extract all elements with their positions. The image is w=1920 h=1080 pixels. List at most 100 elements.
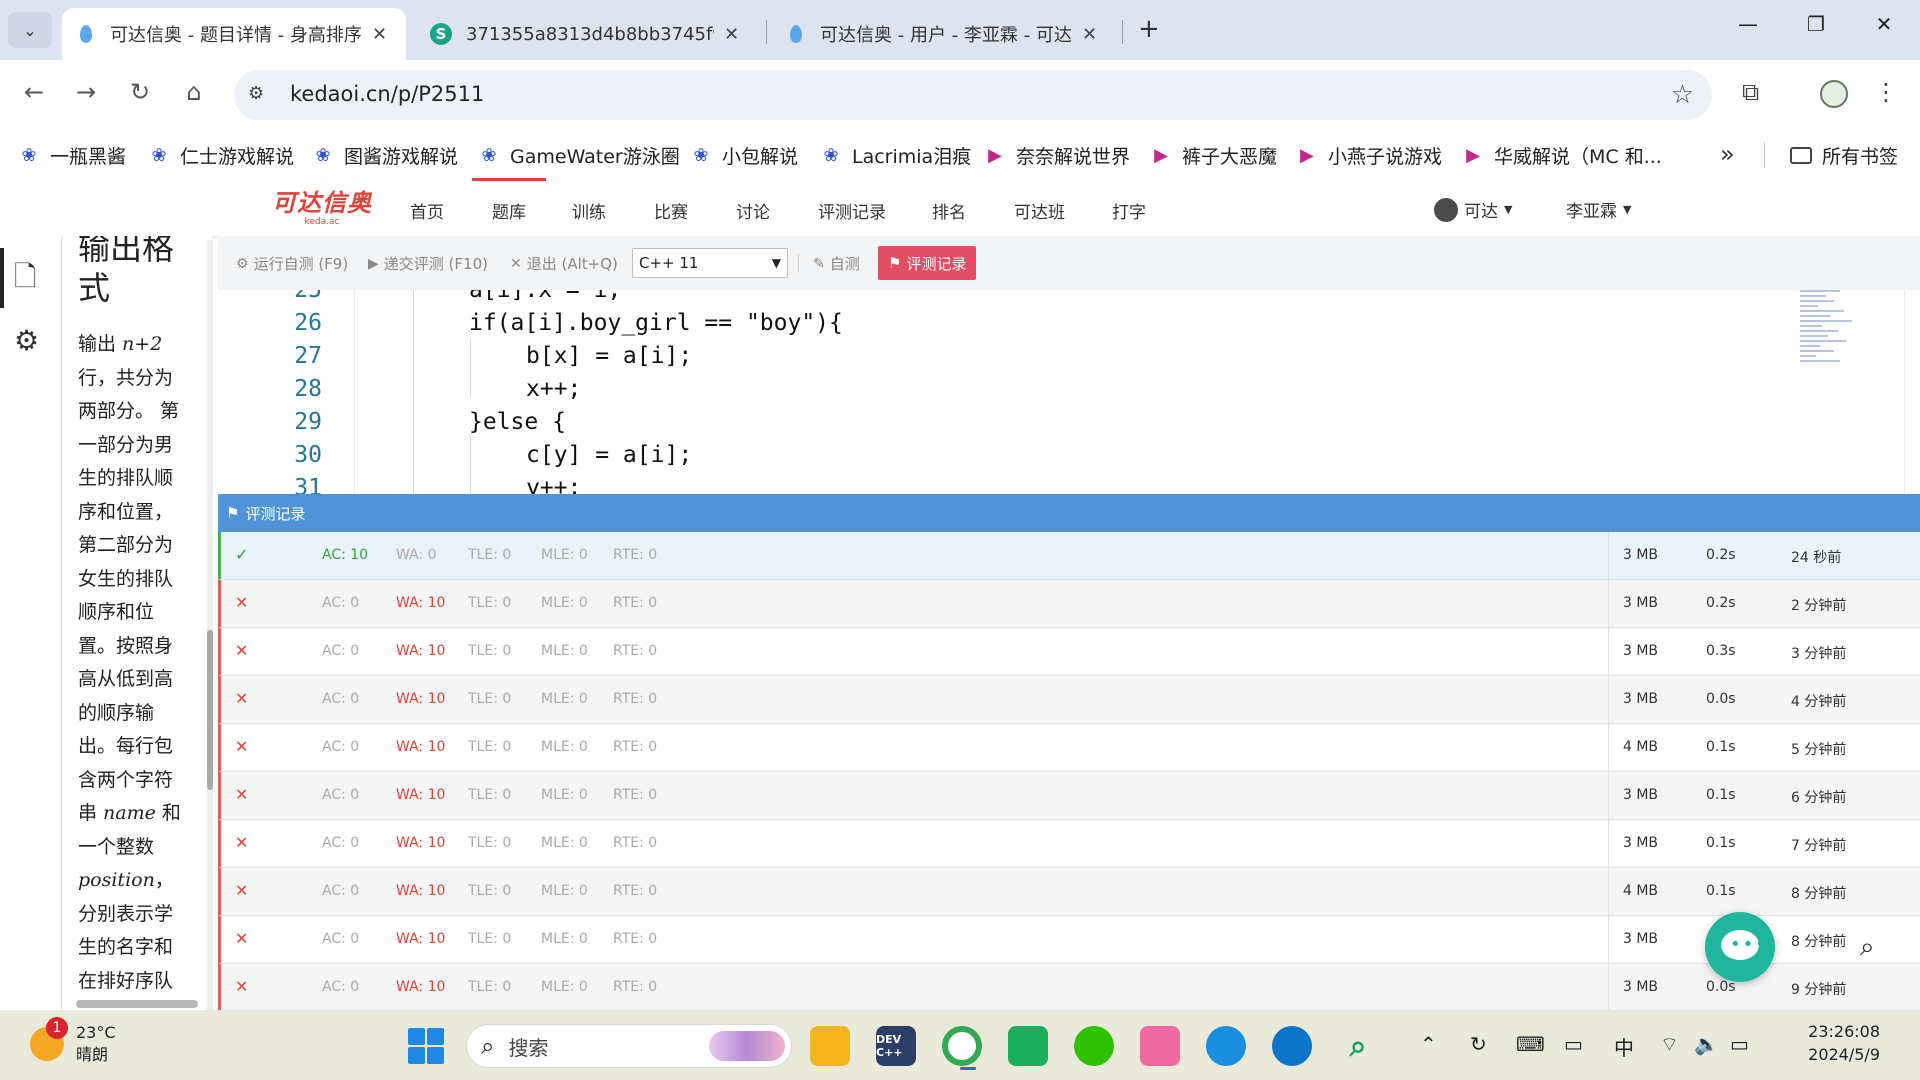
submit-button[interactable]: ▶ 递交评测 (F10): [368, 253, 488, 274]
keyboard-icon[interactable]: ⌨: [1516, 1032, 1545, 1056]
chevron-up-icon[interactable]: ⌃: [1420, 1032, 1437, 1056]
table-row[interactable]: ✕ AC: 0 WA: 10 TLE: 0 MLE: 0 RTE: 0 3 MB…: [218, 964, 1920, 1010]
bookmark-item[interactable]: ❀ 小包解说: [690, 138, 798, 172]
play-icon: ▶: [1466, 144, 1480, 166]
nav-typing[interactable]: 打字: [1112, 198, 1146, 223]
system-clock[interactable]: 23:26:08 2024/5/9: [1770, 1020, 1880, 1066]
reload-button[interactable]: ↻: [122, 78, 158, 106]
url-text[interactable]: kedaoi.cn/p/P2511: [290, 82, 484, 106]
nav-discussion[interactable]: 讨论: [736, 198, 770, 223]
bookmark-item[interactable]: ▶ 华威解说（MC 和...: [1462, 138, 1662, 172]
paw-icon: ❀: [823, 144, 839, 166]
star-icon[interactable]: ☆: [1671, 80, 1694, 110]
org-label: 可达: [1464, 202, 1498, 222]
avatar[interactable]: [1820, 80, 1848, 108]
table-row[interactable]: ✕ AC: 0 WA: 10 TLE: 0 MLE: 0 RTE: 0 4 MB…: [218, 868, 1920, 916]
nav-training[interactable]: 训练: [572, 198, 606, 223]
windows-start-icon[interactable]: [408, 1028, 444, 1064]
bookmark-item[interactable]: ▶ 奈奈解说世界: [984, 138, 1130, 172]
table-row[interactable]: ✕ AC: 0 WA: 10 TLE: 0 MLE: 0 RTE: 0 3 MB…: [218, 772, 1920, 820]
ime-indicator[interactable]: 中: [1614, 1032, 1634, 1061]
document-icon[interactable]: 🗋: [14, 256, 37, 304]
language-select[interactable]: C++ 11 ▼: [632, 248, 788, 278]
bookmark-item[interactable]: ❀ 图酱游戏解说: [312, 138, 458, 172]
back-button[interactable]: ←: [16, 78, 52, 106]
site-logo[interactable]: 可达信奥 keda.ac: [268, 190, 376, 228]
run-self-test-button[interactable]: ⚙ 运行自测 (F9): [236, 253, 348, 274]
code-scrollbar[interactable]: [1904, 290, 1918, 494]
bookmark-item[interactable]: ❀ Lacrimia泪痕: [820, 138, 971, 172]
close-icon[interactable]: ✕: [724, 24, 739, 45]
browser-e-icon[interactable]: [1206, 1026, 1246, 1066]
tab-problem-detail[interactable]: 可达信奥 - 题目详情 - 身高排序 ✕: [62, 8, 406, 60]
forward-button[interactable]: →: [68, 78, 104, 106]
code-editor[interactable]: 25 a[i].x = i; 26 if(a[i].boy_girl == "b…: [218, 290, 1920, 494]
sync-icon[interactable]: ↻: [1470, 1032, 1487, 1056]
chevron-down-icon: ▼: [1623, 203, 1632, 216]
bookmark-item[interactable]: ❀ 一瓶黑酱: [18, 138, 126, 172]
restore-button[interactable]: ❐: [1796, 12, 1836, 36]
search-icon[interactable]: ⌕: [1860, 932, 1875, 963]
tab-hash[interactable]: S 371355a8313d4b8bb3745f94 ✕: [416, 8, 760, 60]
site-info-icon[interactable]: ⚙: [248, 83, 264, 104]
nav-problems[interactable]: 题库: [472, 178, 546, 223]
user-menu[interactable]: 李亚霖 ▼: [1566, 197, 1631, 222]
bookmark-item[interactable]: ❀ 仁士游戏解说: [148, 138, 294, 172]
nav-ranking[interactable]: 排名: [932, 198, 966, 223]
dev-cpp-icon[interactable]: DEV C++: [876, 1026, 916, 1066]
search-app-icon[interactable]: ⌕: [1338, 1026, 1378, 1066]
table-row[interactable]: ✕ AC: 0 WA: 10 TLE: 0 MLE: 0 RTE: 0 4 MB…: [218, 724, 1920, 772]
file-explorer-icon[interactable]: [810, 1026, 850, 1066]
omnibox[interactable]: ⚙ kedaoi.cn/p/P2511 ☆: [234, 70, 1712, 120]
tab-search-button[interactable]: ⌄: [8, 12, 52, 48]
minimize-button[interactable]: —: [1728, 12, 1768, 36]
tle-count: TLE: 0: [468, 835, 512, 851]
kebab-menu-icon[interactable]: ⋮: [1874, 78, 1898, 106]
home-button[interactable]: ⌂: [176, 78, 212, 106]
description-horizontal-scrollbar[interactable]: [76, 1000, 198, 1008]
tab-user-profile[interactable]: 可达信奥 - 用户 - 李亚霖 - 可达 ✕: [772, 8, 1116, 60]
table-row[interactable]: ✕ AC: 0 WA: 10 TLE: 0 MLE: 0 RTE: 0 3 MB…: [218, 916, 1920, 964]
bilibili-icon[interactable]: [1140, 1026, 1180, 1066]
table-row[interactable]: ✕ AC: 0 WA: 10 TLE: 0 MLE: 0 RTE: 0 3 MB…: [218, 676, 1920, 724]
table-row[interactable]: ✕ AC: 0 WA: 10 TLE: 0 MLE: 0 RTE: 0 3 MB…: [218, 580, 1920, 628]
close-icon[interactable]: ✕: [1082, 24, 1097, 45]
self-test-button[interactable]: ✎ 自测: [813, 253, 860, 274]
puzzle-icon[interactable]: ⧉: [1742, 78, 1759, 106]
nav-home[interactable]: 首页: [410, 198, 444, 223]
battery-icon[interactable]: ▭: [1730, 1032, 1749, 1056]
code-line: 30 c[y] = a[i];: [218, 439, 1920, 472]
wechat-icon[interactable]: [1074, 1026, 1114, 1066]
close-icon[interactable]: ✕: [372, 24, 387, 45]
description-scroll-thumb[interactable]: [207, 630, 213, 790]
wifi-icon[interactable]: ⌔: [1660, 1032, 1679, 1057]
nav-contests[interactable]: 比赛: [654, 198, 688, 223]
bookmark-item[interactable]: ❀ GameWater游泳圈: [478, 138, 679, 172]
records-button[interactable]: ⚑ 评测记录: [878, 246, 977, 280]
gear-icon[interactable]: ⚙: [14, 324, 39, 357]
bookmark-item[interactable]: ▶ 裤子大恶魔: [1150, 138, 1277, 172]
shopping-bag-icon[interactable]: [1008, 1026, 1048, 1066]
speaker-icon[interactable]: 🔈: [1694, 1032, 1719, 1056]
all-bookmarks-button[interactable]: 所有书签: [1790, 138, 1898, 172]
table-row[interactable]: ✓ AC: 10 WA: 0 TLE: 0 MLE: 0 RTE: 0 3 MB…: [218, 532, 1920, 580]
close-window-button[interactable]: ✕: [1864, 12, 1904, 36]
nav-class[interactable]: 可达班: [1014, 198, 1065, 223]
chat-button[interactable]: •••: [1705, 912, 1775, 982]
chrome-icon[interactable]: [942, 1026, 982, 1070]
new-tab-button[interactable]: +: [1138, 14, 1160, 44]
taskbar-search[interactable]: ⌕ 搜索: [466, 1024, 792, 1068]
nav-records[interactable]: 评测记录: [818, 198, 886, 223]
bookmark-item[interactable]: ▶ 小燕子说游戏: [1296, 138, 1442, 172]
description-scrollbar[interactable]: [207, 240, 213, 1010]
org-menu[interactable]: 可达 ▼: [1434, 197, 1512, 222]
table-row[interactable]: ✕ AC: 0 WA: 10 TLE: 0 MLE: 0 RTE: 0 3 MB…: [218, 820, 1920, 868]
tab-title: 371355a8313d4b8bb3745f94: [466, 23, 714, 45]
display-icon[interactable]: ▭: [1564, 1032, 1583, 1056]
code-minimap[interactable]: [1800, 290, 1862, 380]
exit-button[interactable]: ✕ 退出 (Alt+Q): [510, 253, 618, 274]
weather-widget[interactable]: 1 23°C 晴朗: [30, 1017, 116, 1066]
bookmarks-overflow-button[interactable]: »: [1720, 140, 1735, 168]
edge-icon[interactable]: [1272, 1026, 1312, 1066]
table-row[interactable]: ✕ AC: 0 WA: 10 TLE: 0 MLE: 0 RTE: 0 3 MB…: [218, 628, 1920, 676]
